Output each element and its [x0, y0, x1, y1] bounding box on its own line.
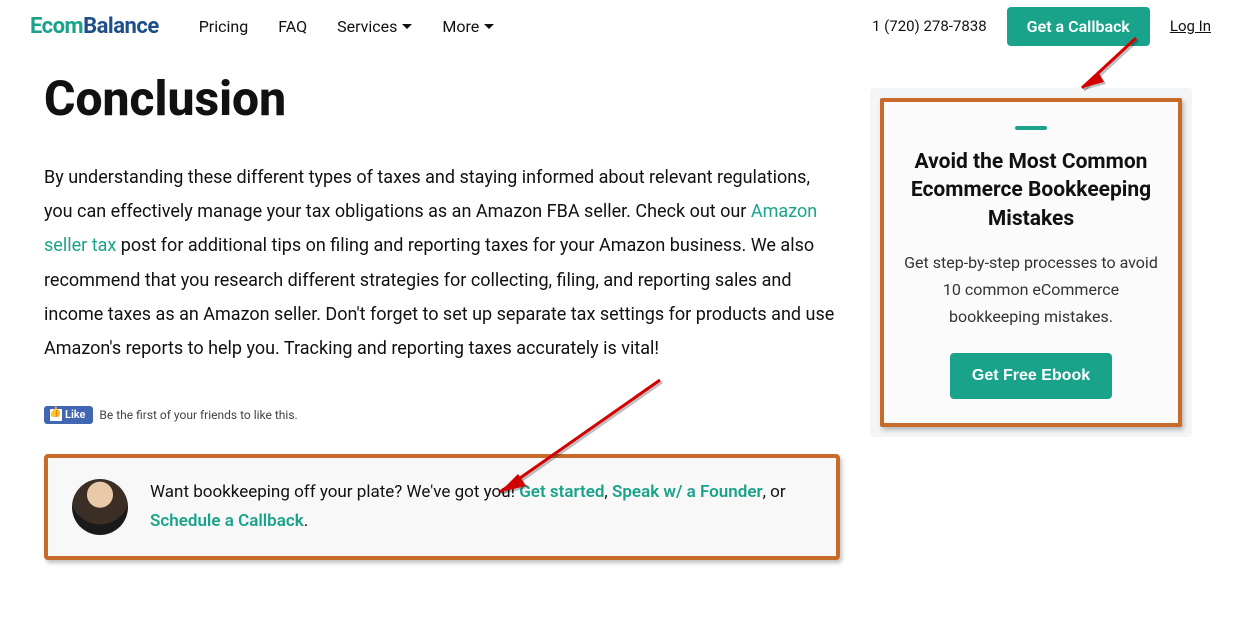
cta-text: Want bookkeeping off your plate? We've g…: [150, 478, 812, 536]
sidebar-desc: Get step-by-step processes to avoid 10 c…: [904, 249, 1158, 331]
nav-services-label: Services: [337, 17, 397, 36]
body-text-2: post for additional tips on filing and r…: [44, 235, 834, 359]
get-started-link[interactable]: Get started: [519, 482, 604, 502]
cta-tail: .: [304, 511, 308, 531]
nav-pricing[interactable]: Pricing: [199, 17, 249, 36]
logo-text-1: Ecom: [30, 14, 83, 39]
cta-lead: Want bookkeeping off your plate? We've g…: [150, 482, 519, 502]
get-free-ebook-button[interactable]: Get Free Ebook: [950, 353, 1112, 399]
site-header: EcomBalance Pricing FAQ Services More 1 …: [0, 0, 1241, 52]
page-title: Conclusion: [44, 70, 840, 127]
schedule-callback-link[interactable]: Schedule a Callback: [150, 511, 304, 531]
logo-text-2: Balance: [83, 14, 159, 39]
avatar: [72, 479, 128, 535]
cta-sep2: , or: [763, 482, 786, 502]
accent-bar: [1015, 126, 1047, 130]
nav-more-label: More: [442, 17, 479, 36]
phone-number[interactable]: 1 (720) 278-7838: [872, 17, 987, 35]
body-text-1: By understanding these different types o…: [44, 167, 810, 222]
fb-like-button[interactable]: Like: [44, 406, 93, 424]
cta-sep1: ,: [604, 482, 612, 502]
sidebar: Avoid the Most Common Ecommerce Bookkeep…: [870, 88, 1192, 437]
nav-faq[interactable]: FAQ: [278, 17, 307, 36]
nav-services[interactable]: Services: [337, 17, 412, 36]
logo[interactable]: EcomBalance: [30, 14, 159, 39]
fb-like-label: Like: [65, 408, 85, 421]
sidebar-card: Avoid the Most Common Ecommerce Bookkeep…: [870, 88, 1192, 437]
fb-like-text: Be the first of your friends to like thi…: [99, 408, 297, 422]
article-body: By understanding these different types o…: [44, 161, 840, 366]
chevron-down-icon: [484, 24, 494, 29]
main-content: Conclusion By understanding these differ…: [0, 52, 1241, 560]
thumbs-up-icon: [50, 409, 62, 421]
nav-more[interactable]: More: [442, 17, 494, 36]
header-right: 1 (720) 278-7838 Get a Callback Log In: [872, 7, 1211, 46]
article: Conclusion By understanding these differ…: [44, 52, 840, 560]
login-link[interactable]: Log In: [1170, 17, 1211, 35]
cta-box: Want bookkeeping off your plate? We've g…: [44, 454, 840, 560]
facebook-like-widget: Like Be the first of your friends to lik…: [44, 406, 840, 424]
sidebar-title: Avoid the Most Common Ecommerce Bookkeep…: [904, 148, 1158, 233]
speak-founder-link[interactable]: Speak w/ a Founder: [612, 482, 763, 502]
main-nav: Pricing FAQ Services More: [199, 17, 495, 36]
get-callback-button[interactable]: Get a Callback: [1007, 7, 1150, 46]
sidebar-inner: Avoid the Most Common Ecommerce Bookkeep…: [880, 98, 1182, 427]
chevron-down-icon: [402, 24, 412, 29]
